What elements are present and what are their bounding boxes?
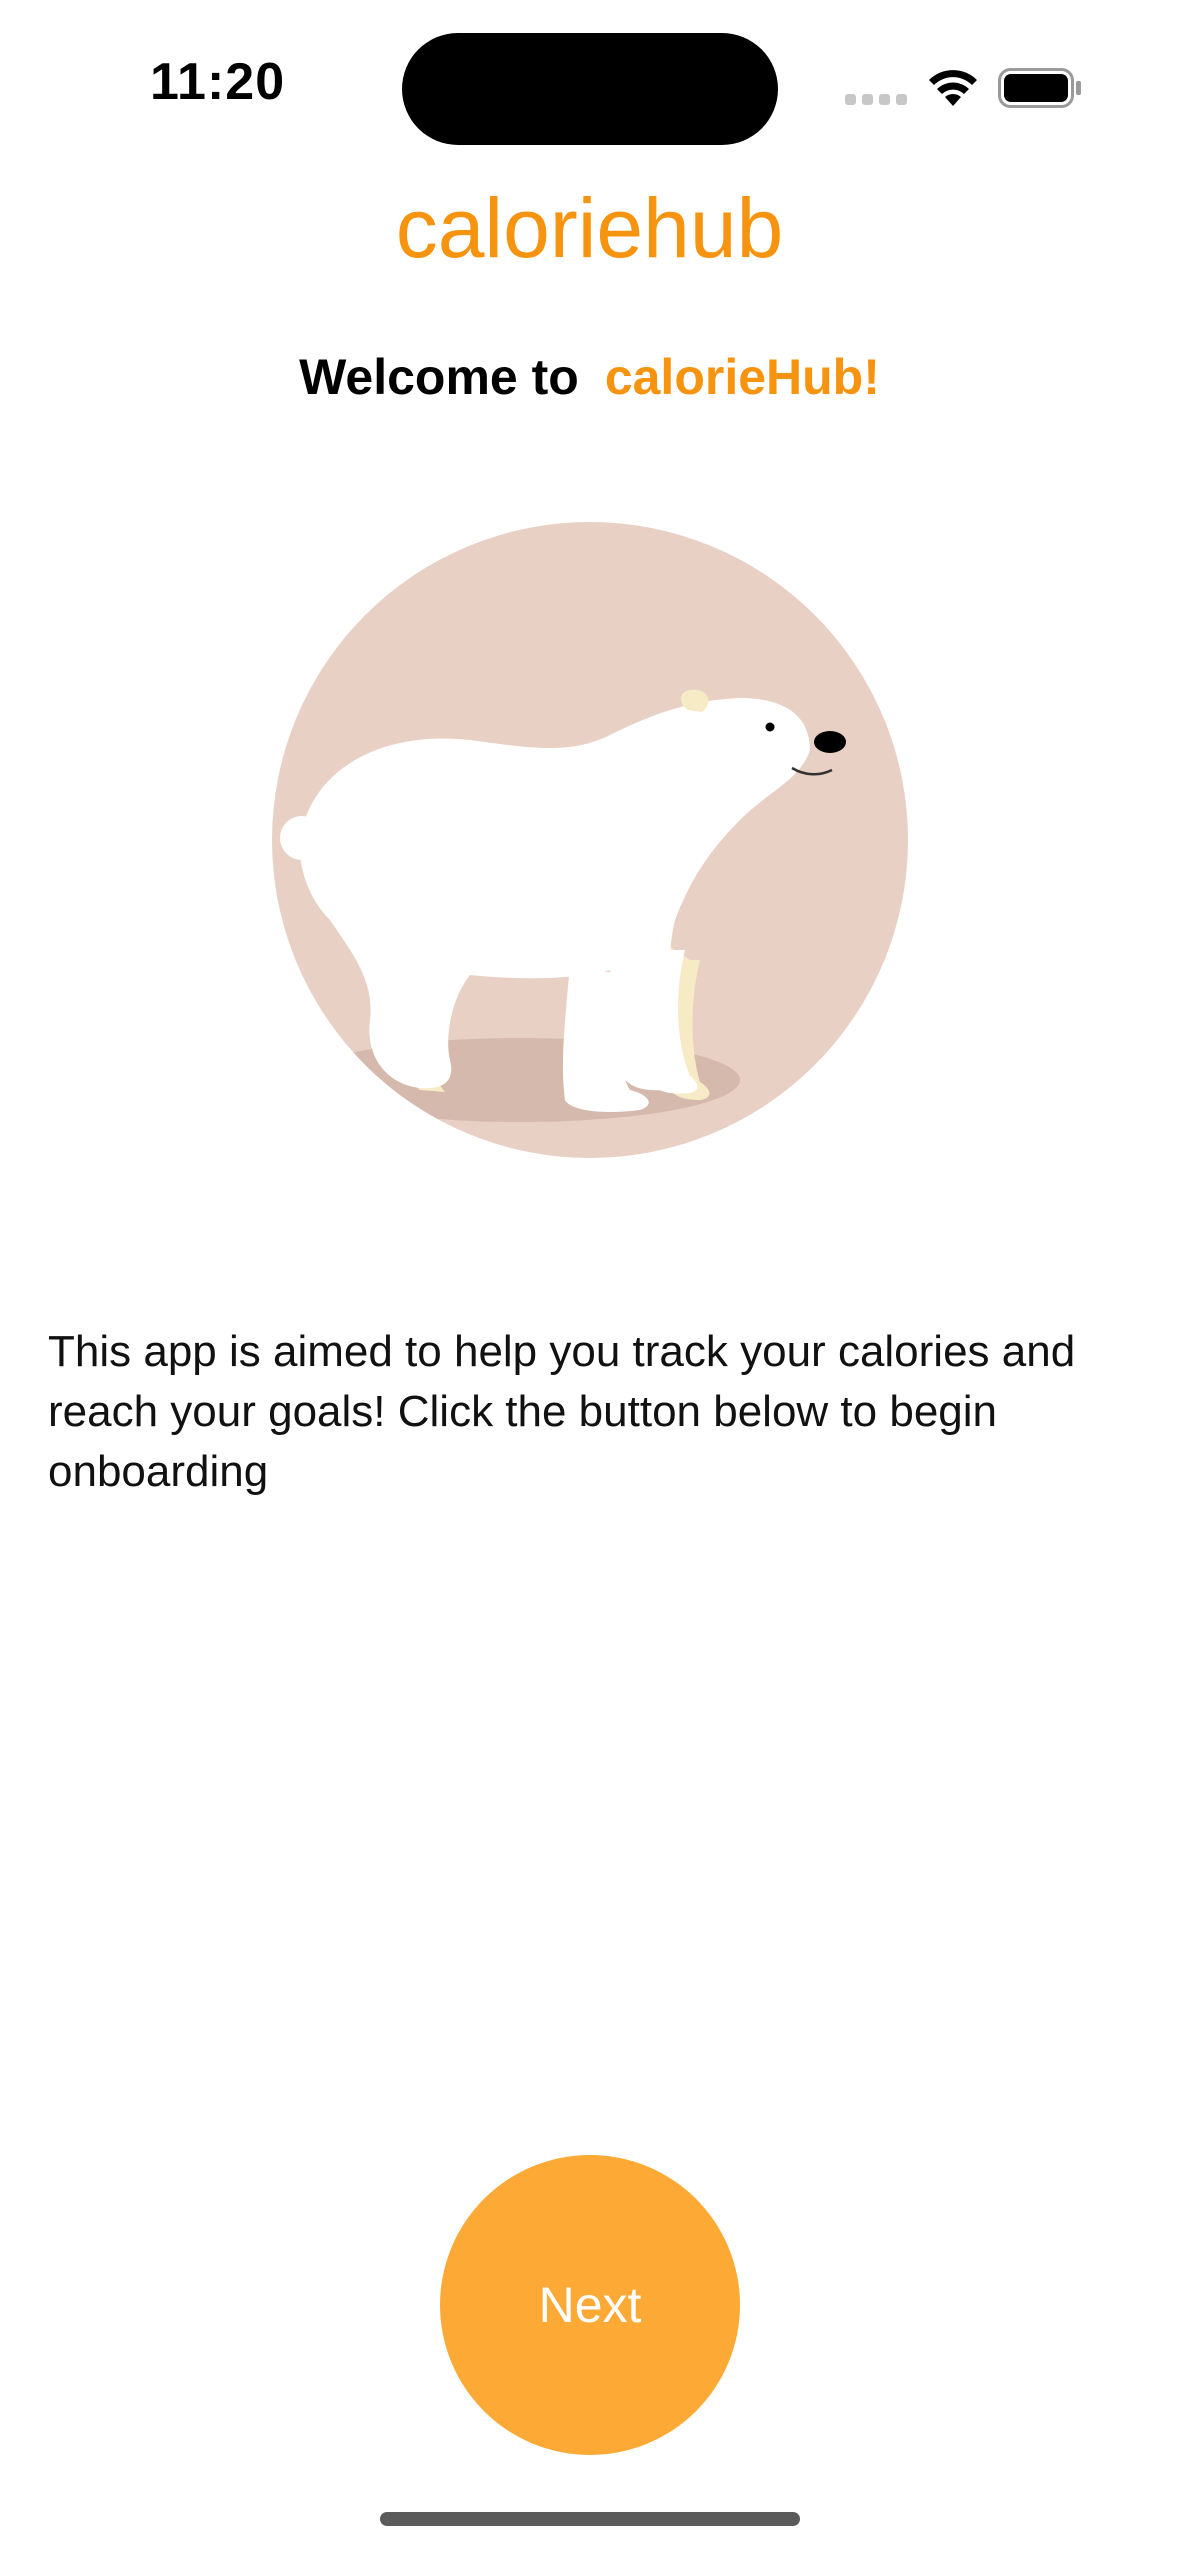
- welcome-heading: Welcome to calorieHub!: [0, 348, 1179, 406]
- welcome-prefix: Welcome to: [299, 349, 579, 405]
- polar-bear-illustration: [272, 522, 908, 1158]
- welcome-brand-name: calorieHub!: [604, 349, 880, 405]
- dynamic-island: [402, 33, 778, 145]
- app-title: caloriehub: [395, 181, 784, 275]
- description-text: This app is aimed to help you track your…: [48, 1327, 1076, 1496]
- battery-icon: [998, 68, 1081, 108]
- wifi-icon: [929, 70, 977, 106]
- next-button[interactable]: Next: [440, 2155, 740, 2455]
- home-indicator[interactable]: [380, 2512, 800, 2526]
- status-time: 11:20: [150, 53, 286, 111]
- cellular-signal-icon: [845, 94, 907, 105]
